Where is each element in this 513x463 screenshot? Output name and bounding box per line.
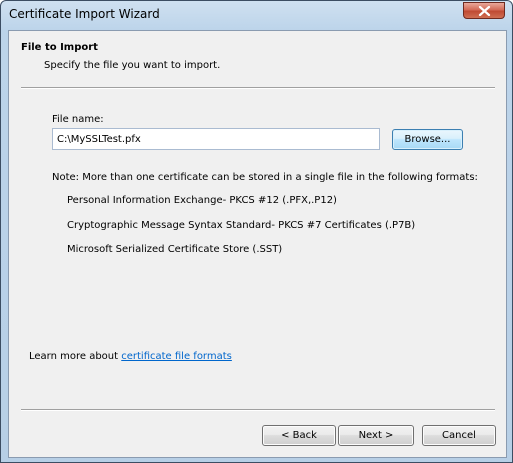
browse-button[interactable]: Browse... <box>392 129 463 150</box>
wizard-header: File to Import Specify the file you want… <box>9 31 506 86</box>
footer-divider <box>21 409 495 411</box>
close-button[interactable] <box>463 2 505 19</box>
back-button[interactable]: < Back <box>262 425 336 446</box>
format-item-sst: Microsoft Serialized Certificate Store (… <box>67 244 283 255</box>
cancel-button[interactable]: Cancel <box>422 425 496 446</box>
learn-more-text: Learn more about certificate file format… <box>29 351 232 362</box>
file-name-input[interactable] <box>52 128 380 150</box>
window-title: Certificate Import Wizard <box>9 7 160 21</box>
next-button[interactable]: Next > <box>338 425 414 446</box>
page-subtitle: Specify the file you want to import. <box>44 60 221 71</box>
header-divider <box>21 87 495 89</box>
title-bar[interactable]: Certificate Import Wizard <box>1 1 512 29</box>
certificate-formats-link[interactable]: certificate file formats <box>121 351 232 362</box>
learn-more-prefix: Learn more about <box>29 351 122 362</box>
close-icon <box>478 6 491 16</box>
wizard-content: File to Import Specify the file you want… <box>8 30 507 458</box>
format-item-p7b: Cryptographic Message Syntax Standard- P… <box>67 220 416 231</box>
file-name-label: File name: <box>52 114 104 125</box>
wizard-window: Certificate Import Wizard File to Import… <box>0 0 513 463</box>
format-item-pfx: Personal Information Exchange- PKCS #12 … <box>67 195 337 206</box>
page-title: File to Import <box>21 42 98 53</box>
formats-note: Note: More than one certificate can be s… <box>52 172 478 183</box>
